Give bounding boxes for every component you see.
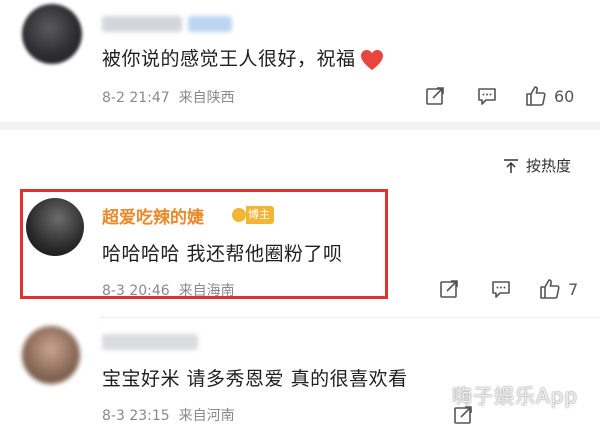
sort-by-hot-button[interactable]: 按热度 [502,155,571,176]
like-count: 60 [554,86,575,106]
user-tag [188,16,232,32]
comment-location: 来自河南 [178,408,235,424]
share-button[interactable] [424,85,446,107]
commenter-name[interactable] [102,16,182,32]
comment-text: 被你说的感觉王人很好，祝福 [102,44,384,71]
comment-actions: 7 [438,277,578,301]
comment-date: 8-2 21:47 [102,90,170,106]
highlight-frame [20,189,388,299]
comment-button[interactable] [490,278,512,300]
comment-icon [478,88,496,105]
divider [100,317,600,318]
comment-icon [492,281,510,298]
comment-date: 8-3 23:15 [102,408,170,424]
comment-meta: 8-2 21:47 来自陕西 [102,87,235,107]
like-button[interactable]: 60 [524,84,574,108]
section-separator [0,122,600,130]
heart-icon [360,49,383,70]
avatar[interactable] [22,326,80,384]
share-icon [440,280,458,298]
comment-location: 来自陕西 [178,90,235,106]
sort-label: 按热度 [526,157,572,175]
comment-text-content: 被你说的感觉王人很好，祝福 [102,48,356,70]
like-icon [526,86,546,106]
comment-meta: 8-3 23:15 来自河南 [102,405,235,425]
comment-text: 宝宝好米 请多秀恩爱 真的很喜欢看 [102,368,408,390]
like-icon [540,279,560,299]
avatar[interactable] [22,4,82,64]
like-button[interactable]: 7 [538,277,578,301]
commenter-name[interactable] [102,334,198,350]
sort-icon [504,158,518,173]
share-button[interactable] [438,278,460,300]
like-count: 7 [568,279,579,299]
share-icon [426,87,444,105]
comment-actions: 60 [424,84,574,108]
watermark: 嗨子娱乐App [452,384,579,408]
comment-button[interactable] [476,85,498,107]
